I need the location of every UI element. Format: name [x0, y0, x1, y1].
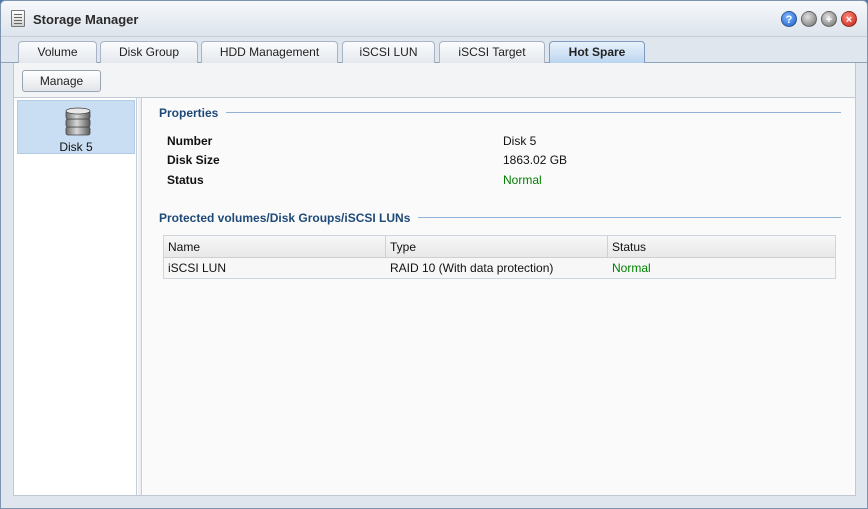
tab-volume[interactable]: Volume: [18, 41, 97, 63]
tab-bar: Volume Disk Group HDD Management iSCSI L…: [1, 37, 867, 64]
maximize-icon[interactable]: +: [821, 11, 837, 27]
column-header-status[interactable]: Status: [608, 236, 835, 258]
property-value-disk-size: 1863.02 GB: [503, 153, 568, 167]
tab-iscsi-target[interactable]: iSCSI Target: [439, 41, 545, 63]
disk-list-item[interactable]: Disk 5: [17, 100, 135, 154]
cell-type: RAID 10 (With data protection): [390, 261, 554, 275]
column-header-name[interactable]: Name: [164, 236, 386, 258]
panel-splitter[interactable]: [138, 98, 142, 495]
property-label-status: Status: [167, 173, 204, 187]
tab-iscsi-lun[interactable]: iSCSI LUN: [342, 41, 435, 63]
property-label-disk-size: Disk Size: [167, 153, 220, 167]
table-row[interactable]: iSCSI LUN RAID 10 (With data protection)…: [164, 258, 835, 278]
column-header-type[interactable]: Type: [386, 236, 608, 258]
help-icon[interactable]: ?: [781, 11, 797, 27]
window-title: Storage Manager: [33, 12, 139, 27]
property-label-number: Number: [167, 134, 213, 148]
protected-table: Name Type Status iSCSI LUN RAID 10 (With…: [163, 235, 836, 279]
disk-list: Disk 5: [14, 98, 137, 495]
title-bar[interactable]: Storage Manager ? + ×: [1, 1, 867, 37]
property-value-status: Normal: [503, 173, 542, 187]
disk-list-item-label: Disk 5: [59, 140, 93, 154]
manage-button[interactable]: Manage: [22, 70, 101, 92]
tab-hot-spare[interactable]: Hot Spare: [549, 41, 645, 64]
disk-stack-icon: [65, 107, 91, 136]
main-content: Disk 5 Properties Number Disk 5 Disk Siz…: [13, 97, 856, 496]
tab-hdd-management[interactable]: HDD Management: [201, 41, 338, 63]
table-header: Name Type Status: [164, 236, 835, 258]
protected-title: Protected volumes/Disk Groups/iSCSI LUNs: [159, 211, 419, 225]
property-value-number: Disk 5: [503, 134, 537, 148]
cell-name: iSCSI LUN: [168, 261, 227, 275]
cell-status: Normal: [612, 261, 651, 275]
storage-manager-icon: [11, 10, 25, 27]
minimize-icon[interactable]: [801, 11, 817, 27]
storage-manager-window: Storage Manager ? + × Volume Disk Group …: [0, 0, 868, 509]
details-panel: Properties Number Disk 5 Disk Size 1863.…: [143, 98, 855, 495]
tab-disk-group[interactable]: Disk Group: [100, 41, 198, 63]
toolbar: Manage: [13, 63, 856, 97]
properties-title: Properties: [159, 106, 227, 120]
properties-divider: [159, 112, 841, 113]
close-icon[interactable]: ×: [841, 11, 857, 27]
